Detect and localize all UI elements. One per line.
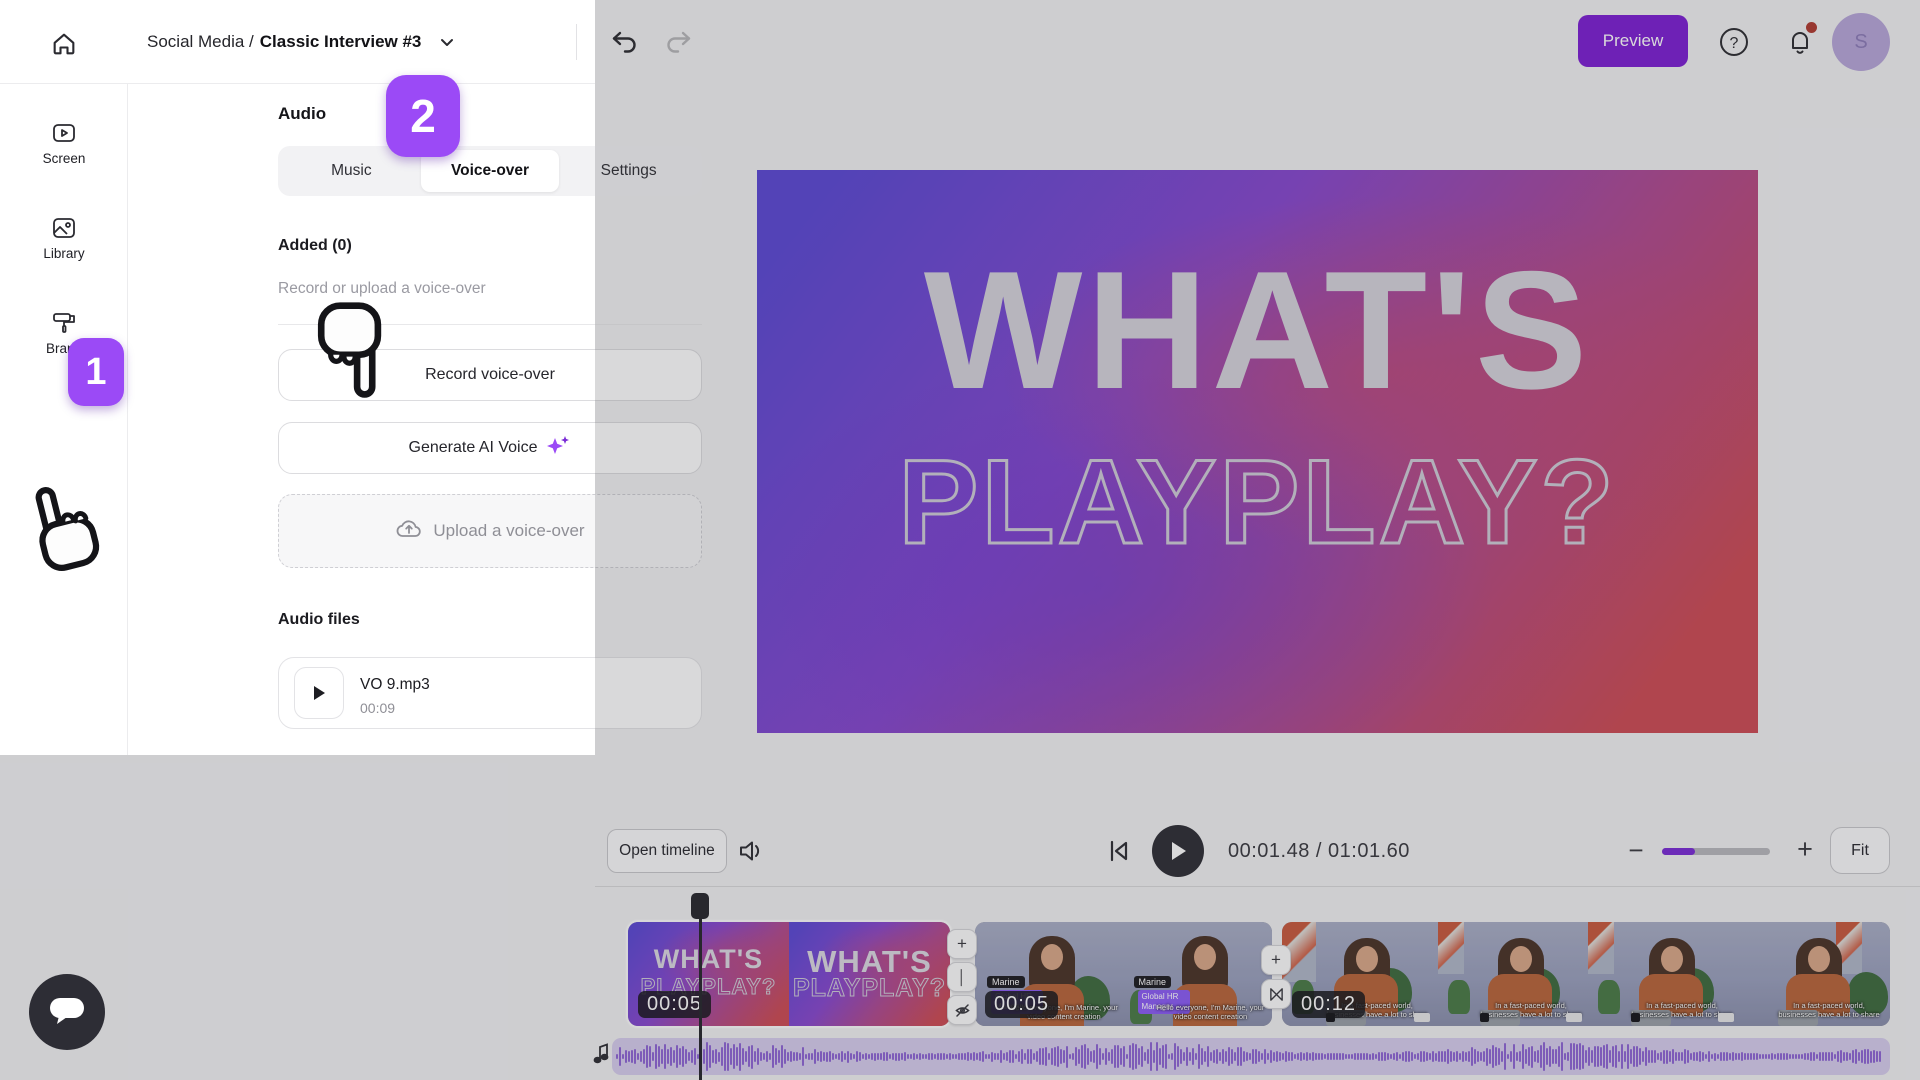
audio-files-label: Audio files bbox=[278, 611, 360, 628]
sidebar bbox=[0, 84, 128, 755]
step-badge-1: 1 bbox=[68, 338, 124, 406]
added-count-label: Added (0) bbox=[278, 237, 352, 254]
sparkles-icon bbox=[545, 434, 571, 463]
sidebar-item-label: Library bbox=[43, 246, 85, 261]
step-badge-2: 2 bbox=[386, 75, 460, 157]
sidebar-item-library[interactable]: Library bbox=[0, 216, 128, 261]
dim-overlay-right bbox=[595, 0, 1920, 1080]
chat-bubble-icon bbox=[47, 993, 87, 1032]
topbar-separator bbox=[576, 24, 577, 60]
home-button[interactable] bbox=[38, 27, 90, 61]
pointer-hand-icon-2 bbox=[308, 300, 393, 407]
panel-title: Audio bbox=[278, 104, 327, 123]
breadcrumb[interactable]: Social Media / Classic Interview #3 bbox=[147, 0, 457, 84]
brand-icon bbox=[0, 311, 128, 335]
sidebar-item-screen[interactable]: Screen bbox=[0, 121, 128, 166]
chat-widget-button[interactable] bbox=[29, 974, 105, 1050]
upload-cloud-icon bbox=[395, 517, 423, 546]
breadcrumb-title: Classic Interview #3 bbox=[259, 32, 422, 51]
upload-voice-over-label: Upload a voice-over bbox=[433, 521, 585, 540]
file-duration: 00:09 bbox=[360, 700, 396, 716]
breadcrumb-root[interactable]: Social Media / bbox=[147, 32, 254, 52]
file-name: VO 9.mp3 bbox=[360, 676, 430, 693]
screen-icon bbox=[0, 121, 128, 145]
sidebar-item-label: Screen bbox=[42, 151, 86, 166]
generate-ai-voice-label: Generate AI Voice bbox=[408, 439, 538, 456]
voice-over-hint: Record or upload a voice-over bbox=[278, 280, 486, 297]
library-icon bbox=[0, 216, 128, 240]
record-voice-over-label: Record voice-over bbox=[425, 366, 555, 383]
playplay-editor: WHAT'S PLAYPLAY? Open timeline 00:01.48 … bbox=[0, 0, 1920, 1080]
chevron-down-icon[interactable] bbox=[437, 32, 457, 52]
file-play-button[interactable] bbox=[294, 667, 344, 719]
audio-panel: Audio Music Voice-over Settings Added (0… bbox=[128, 84, 702, 755]
